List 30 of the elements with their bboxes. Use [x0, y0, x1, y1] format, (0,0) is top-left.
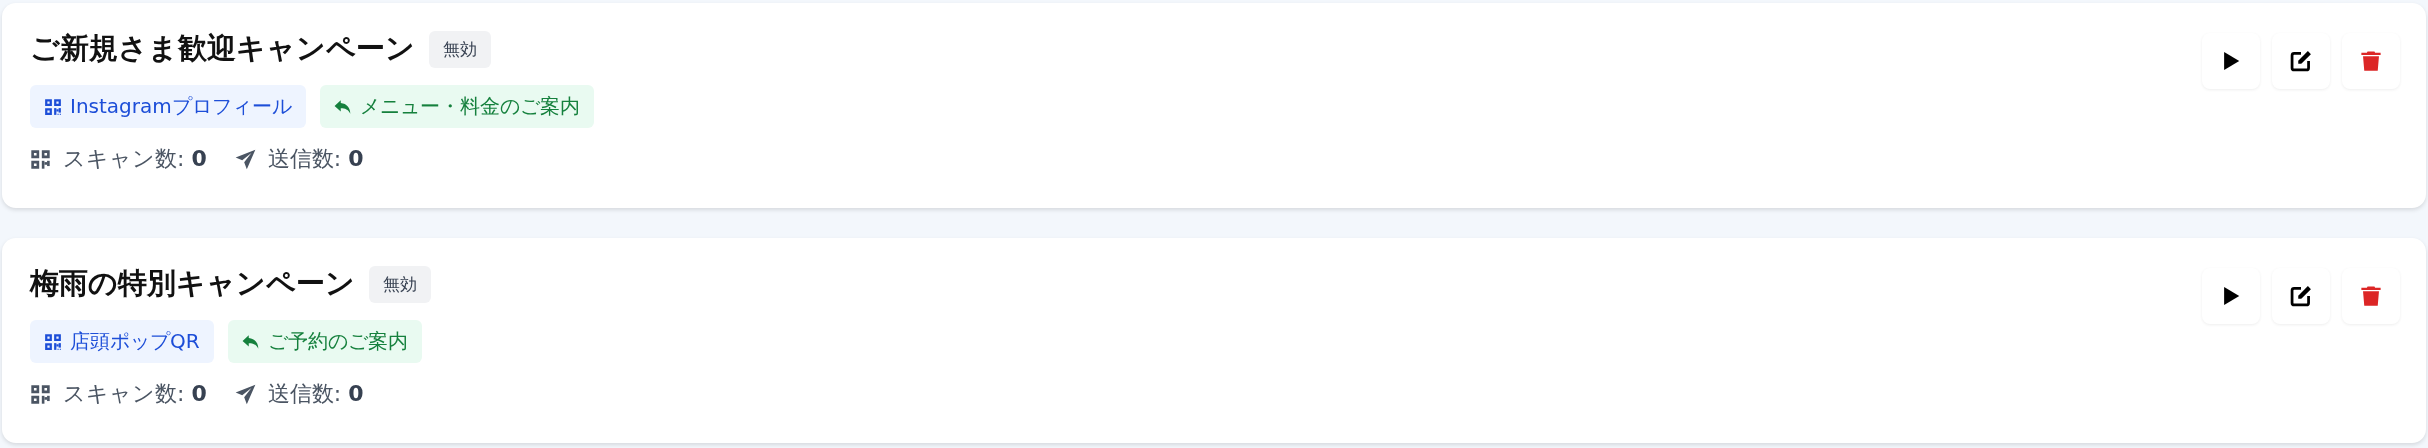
delete-button[interactable]	[2342, 33, 2400, 89]
stat-text: 送信数: 0	[267, 380, 364, 408]
trash-icon	[2360, 50, 2382, 72]
qr-code-icon	[30, 383, 51, 405]
reply-tag: ご予約のご案内	[227, 320, 422, 363]
stat-text: スキャン数: 0	[63, 380, 207, 408]
reply-arrow-icon	[241, 332, 260, 351]
qr-code-icon	[30, 148, 51, 170]
qr-code-icon	[44, 332, 62, 351]
status-badge: 無効	[369, 265, 431, 303]
play-button[interactable]	[2202, 33, 2260, 89]
paper-plane-icon	[234, 383, 256, 405]
play-button[interactable]	[2202, 268, 2260, 324]
status-badge: 無効	[429, 30, 491, 68]
stat-text: 送信数: 0	[267, 145, 364, 173]
campaign-title: ご新規さま歓迎キャンペーン	[30, 30, 415, 67]
trash-icon	[2360, 285, 2382, 307]
stat-text: スキャン数: 0	[63, 145, 207, 173]
reply-arrow-icon	[333, 97, 352, 116]
edit-icon	[2290, 285, 2312, 307]
qr-code-icon	[44, 97, 62, 116]
campaign-title: 梅雨の特別キャンペーン	[30, 265, 355, 302]
edit-button[interactable]	[2272, 268, 2330, 324]
delete-button[interactable]	[2342, 268, 2400, 324]
edit-icon	[2290, 50, 2312, 72]
qr-tag: Instagramプロフィール	[30, 85, 306, 128]
edit-button[interactable]	[2272, 33, 2330, 89]
reply-tag: メニュー・料金のご案内	[319, 85, 594, 128]
paper-plane-icon	[234, 148, 256, 170]
qr-tag: 店頭ポップQR	[30, 320, 214, 363]
